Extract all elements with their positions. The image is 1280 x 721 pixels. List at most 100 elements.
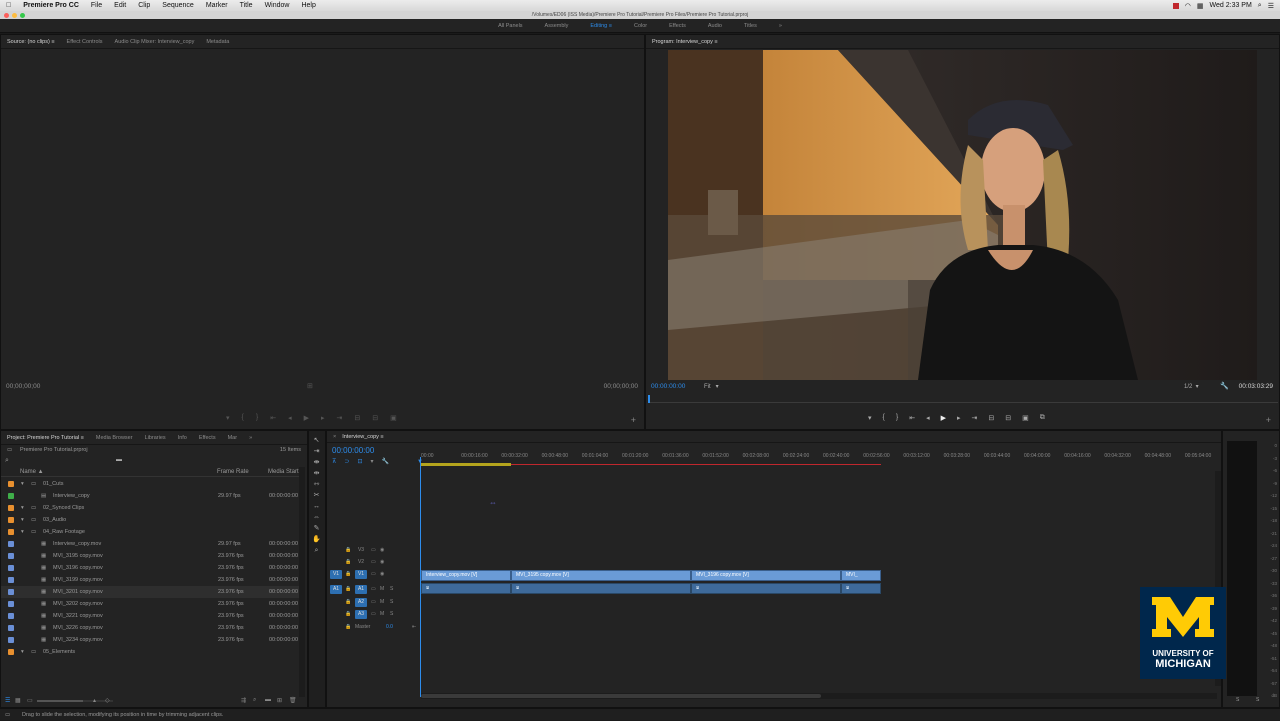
program-time-ruler[interactable] (648, 395, 1278, 403)
source-timecode-left[interactable]: 00;00;00;00 (6, 383, 40, 390)
program-resolution-select[interactable]: 1/2 ▾ (1184, 383, 1199, 390)
label-color-swatch[interactable] (8, 541, 14, 547)
project-row[interactable]: ▦ MVI_3195 copy.mov 23.976 fps 00:00:00:00 (1, 550, 301, 562)
add-marker-icon[interactable]: ▾ (370, 458, 373, 468)
sync-lock-icon[interactable]: ▭ (371, 609, 376, 620)
program-settings-icon[interactable]: 🔧 (1220, 382, 1229, 390)
col-frame-rate[interactable]: Frame Rate (217, 469, 249, 475)
spotlight-icon[interactable]: ⌕ (1258, 2, 1262, 10)
sync-lock-icon[interactable]: ▭ (371, 545, 376, 556)
program-lift-icon[interactable]: ⊟ (988, 414, 994, 424)
program-zoom-select[interactable]: Fit ▾ (704, 383, 719, 390)
timeline-clip-audio[interactable]: ⧈ (691, 583, 841, 594)
timeline-close-icon[interactable]: × (327, 434, 342, 440)
label-color-swatch[interactable] (8, 529, 14, 535)
project-scrollbar[interactable] (299, 467, 305, 697)
program-playhead[interactable] (648, 395, 650, 403)
workspace-all-panels[interactable]: All Panels (498, 23, 522, 29)
list-view-icon[interactable]: ☰ (5, 697, 10, 704)
label-color-swatch[interactable] (8, 637, 14, 643)
source-patch-a1[interactable]: A1 (330, 585, 342, 594)
clear-icon[interactable]: 🗑 (289, 697, 297, 704)
menu-clip[interactable]: Clip (132, 0, 156, 11)
project-row[interactable]: ▦ MVI_3202 copy.mov 23.976 fps 00:00:00:00 (1, 598, 301, 610)
linked-selection-icon[interactable]: ⊡ (357, 458, 362, 468)
program-add-button-icon[interactable]: + (1266, 415, 1271, 425)
disclosure-triangle-icon[interactable]: ▾ (21, 502, 24, 514)
project-row[interactable]: ▾ ▭ 05_Elements (1, 646, 301, 658)
menu-file[interactable]: File (85, 0, 108, 11)
project-row[interactable]: ▾ ▭ 03_Audio (1, 514, 301, 526)
label-color-swatch[interactable] (8, 649, 14, 655)
label-color-swatch[interactable] (8, 589, 14, 595)
rate-stretch-tool-icon[interactable]: ⇿ (312, 480, 321, 489)
tab-media-browser[interactable]: Media Browser (90, 435, 139, 441)
project-row[interactable]: ▦ MVI_3221 copy.mov 23.976 fps 00:00:00:00 (1, 610, 301, 622)
tab-program[interactable]: Program: Interview_copy ≡ (646, 39, 724, 45)
tab-timeline-sequence[interactable]: Interview_copy ≡ (342, 434, 389, 440)
sync-lock-icon[interactable]: ▭ (371, 584, 376, 595)
icon-view-icon[interactable]: ▦ (15, 697, 21, 704)
wifi-icon[interactable]: ◠ (1185, 2, 1191, 10)
disclosure-triangle-icon[interactable]: ▾ (21, 646, 24, 658)
record-icon[interactable] (1172, 2, 1179, 9)
track-label-v3[interactable]: V3 (355, 546, 367, 555)
automate-sequence-icon[interactable]: ⇶ (241, 697, 246, 704)
source-play-icon[interactable]: ▶ (304, 414, 309, 424)
project-tabs-more[interactable]: » (243, 435, 258, 441)
program-goto-in-icon[interactable]: ⇤ (909, 414, 915, 424)
label-color-swatch[interactable] (8, 481, 14, 487)
snap-icon[interactable]: ⊃ (344, 458, 349, 468)
new-bin-icon[interactable]: ▬ (116, 457, 122, 463)
lock-icon[interactable]: 🔒 (345, 622, 351, 633)
tab-markers[interactable]: Mar (222, 435, 243, 441)
timeline-clip-audio[interactable]: ⧈ (841, 583, 881, 594)
label-color-swatch[interactable] (8, 493, 14, 499)
label-color-swatch[interactable] (8, 505, 14, 511)
tab-effect-controls[interactable]: Effect Controls (61, 39, 109, 45)
label-color-swatch[interactable] (8, 625, 14, 631)
timeline-clip-video[interactable]: MVI_3196 copy.mov [V] (691, 570, 841, 581)
tab-project[interactable]: Project: Premiere Pro Tutorial ≡ (1, 435, 90, 441)
tab-source[interactable]: Source: (no clips) ≡ (1, 39, 61, 45)
meter-solo-left[interactable]: S (1236, 697, 1239, 703)
razor-tool-icon[interactable]: ✂ (312, 491, 321, 500)
sort-icon[interactable]: ◇ (105, 697, 110, 704)
lock-icon[interactable]: 🔒 (345, 557, 351, 568)
clock[interactable]: Wed 2:33 PM (1210, 2, 1252, 9)
solo-icon[interactable]: S (390, 597, 393, 608)
source-overwrite-icon[interactable]: ⊟ (372, 414, 378, 424)
timeline-clip-audio[interactable]: ⧈ (511, 583, 691, 594)
project-row[interactable]: ▦ MVI_3199 copy.mov 23.976 fps 00:00:00:00 (1, 574, 301, 586)
program-in-icon[interactable]: { (883, 414, 885, 424)
project-search-icon[interactable]: ⌕ (5, 457, 9, 465)
menu-help[interactable]: Help (295, 0, 321, 11)
lock-icon[interactable]: 🔒 (345, 597, 351, 608)
timeline-clip-video[interactable]: Interview_copy.mov [V] (421, 570, 511, 581)
source-patch-v1[interactable]: V1 (330, 570, 342, 579)
slide-tool-icon[interactable]: ⇔ (312, 513, 321, 522)
workspace-audio[interactable]: Audio (708, 23, 722, 29)
label-color-swatch[interactable] (8, 565, 14, 571)
track-label-v2[interactable]: V2 (355, 558, 367, 567)
project-row[interactable]: ▦ Interview_copy.mov 29.97 fps 00:00:00:00 (1, 538, 301, 550)
timeline-clip-video[interactable]: MVI_ (841, 570, 881, 581)
timeline-time-ruler[interactable]: 00:00 00:00:16:00 00:00:32:00 00:00:48:00 00… (421, 453, 1235, 463)
solo-icon[interactable]: S (390, 584, 393, 595)
source-goto-in-icon[interactable]: ⇤ (270, 414, 276, 424)
col-media-start[interactable]: Media Start (268, 469, 299, 475)
program-step-back-icon[interactable]: ◂ (926, 414, 930, 424)
tab-metadata[interactable]: Metadata (200, 39, 235, 45)
zoom-slider-thumb-icon[interactable]: ▴ (93, 697, 96, 704)
hand-tool-icon[interactable]: ✋ (312, 535, 321, 544)
source-goto-out-icon[interactable]: ⇥ (337, 414, 343, 424)
program-export-frame-icon[interactable]: ▣ (1022, 414, 1029, 424)
source-settings-icon[interactable]: ⊞ (307, 382, 313, 390)
lock-icon[interactable]: 🔒 (345, 584, 351, 595)
disclosure-triangle-icon[interactable]: ▾ (21, 526, 24, 538)
workspace-more[interactable]: » (779, 23, 782, 29)
nest-icon[interactable]: ⊼ (332, 458, 336, 468)
workspace-titles[interactable]: Titles (744, 23, 757, 29)
timeline-clip-audio[interactable]: ⧈ (421, 583, 511, 594)
program-video-frame[interactable] (668, 50, 1257, 380)
